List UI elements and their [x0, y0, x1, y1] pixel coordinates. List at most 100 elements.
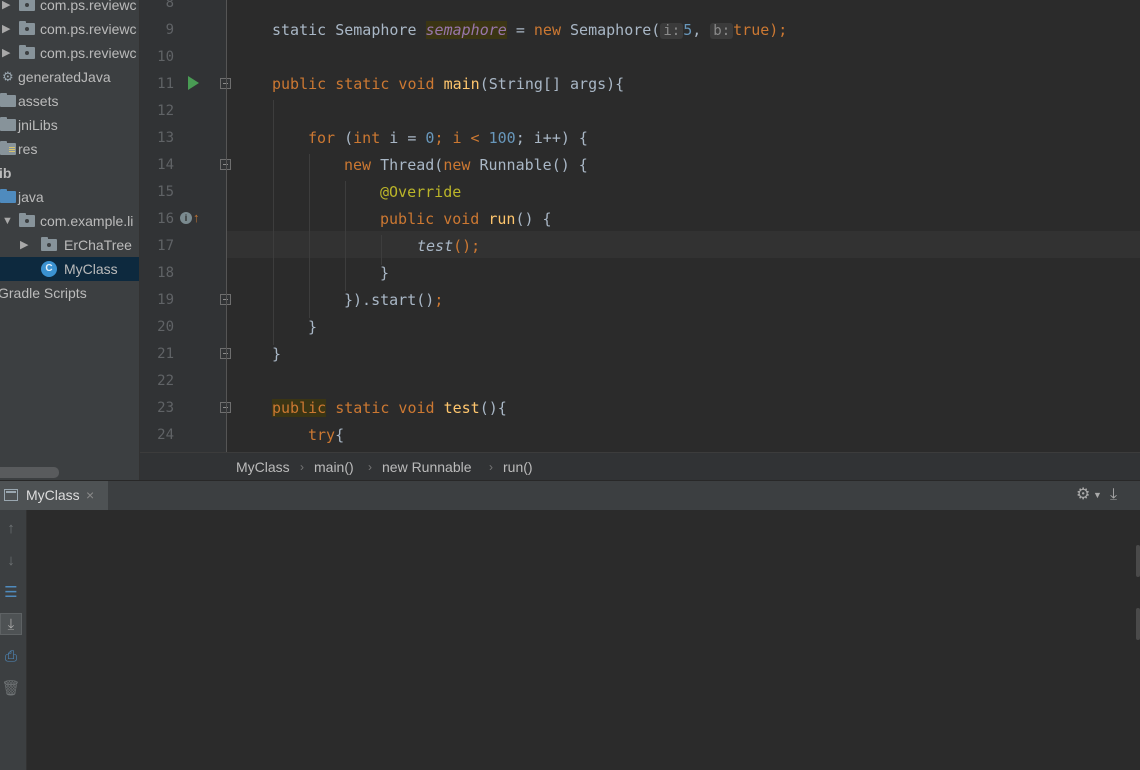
code-token: (); [453, 237, 481, 255]
code-token: () { [515, 210, 552, 228]
chevron-down-icon[interactable]: ▼ [1093, 485, 1102, 505]
tree-item-jnilibs[interactable]: jniLibs [0, 113, 139, 137]
run-gutter-icon[interactable] [188, 76, 199, 90]
line-number: 14 [157, 157, 174, 173]
keyword-token: static void [326, 399, 444, 417]
tree-item-lib-module[interactable]: ib [0, 161, 139, 185]
line-number: 22 [157, 373, 174, 389]
parameter-hint: i: [660, 23, 684, 39]
generated-folder-icon: ⚙ [2, 69, 14, 84]
code-line-11[interactable]: public static void main(String[] args){ [272, 71, 624, 98]
soft-wrap-icon[interactable]: ☰ [0, 582, 22, 604]
number-token: 100 [488, 129, 516, 147]
package-icon [19, 213, 35, 227]
code-token: Thread( [371, 156, 444, 174]
code-editor[interactable]: 8 9 10 11 12 13 14 15 16 17 18 19 20 21 … [140, 0, 1140, 452]
code-token: ); [769, 21, 788, 39]
project-tree[interactable]: ▶ com.ps.reviewc ▶ com.ps.reviewc ▶ com.… [0, 0, 140, 480]
breadcrumb-item[interactable]: new Runnable [382, 453, 472, 481]
indent-guide [309, 154, 310, 318]
line-number: 23 [157, 400, 174, 416]
breadcrumb-separator-icon: › [489, 460, 493, 474]
tree-horizontal-scrollbar[interactable] [0, 467, 59, 478]
package-icon [41, 237, 57, 251]
tree-item-gradle-scripts[interactable]: Gradle Scripts [0, 281, 139, 305]
line-number: 16 [157, 211, 174, 227]
keyword-token: public static void [272, 75, 444, 93]
keyword-token: int [353, 129, 381, 147]
folder-icon [0, 117, 16, 131]
package-icon [19, 21, 35, 35]
run-tab-myclass[interactable]: MyClass × [0, 481, 108, 510]
tree-item-assets[interactable]: assets [0, 89, 139, 113]
code-line-14[interactable]: new Thread(new Runnable() { [344, 152, 588, 179]
override-arrow-icon[interactable]: ↑ [193, 211, 207, 225]
tree-item-package[interactable]: ▶ com.ps.reviewc [0, 17, 139, 41]
scroll-to-end-icon[interactable]: ⤓ [0, 613, 22, 635]
breadcrumb-item[interactable]: run() [503, 453, 533, 481]
code-token: , [692, 21, 711, 39]
chevron-right-icon[interactable]: ▶ [2, 0, 10, 17]
code-line-18[interactable]: } [380, 260, 389, 287]
arrow-down-icon[interactable]: ↓ [0, 550, 22, 572]
code-line-21[interactable]: } [272, 341, 281, 368]
line-number: 9 [165, 22, 174, 38]
breadcrumb: MyClass › main() › new Runnable › run() [140, 452, 1140, 481]
line-number: 20 [157, 319, 174, 335]
code-line-15[interactable]: @Override [380, 179, 461, 206]
run-console-icon [4, 489, 18, 501]
code-token: ; i++) { [515, 129, 588, 147]
editor-gutter[interactable]: 8 9 10 11 12 13 14 15 16 17 18 19 20 21 … [140, 0, 231, 452]
code-line-24[interactable]: try{ [308, 422, 344, 449]
hide-panel-icon[interactable]: ⤓ [1110, 485, 1117, 505]
chevron-right-icon[interactable]: ▶ [2, 17, 10, 41]
breadcrumb-item[interactable]: main() [314, 453, 354, 481]
console-scrollbar[interactable] [1136, 545, 1140, 577]
breadcrumb-separator-icon: › [368, 460, 372, 474]
tree-item-package-example[interactable]: ▼ com.example.li [0, 209, 139, 233]
tree-item-package[interactable]: ▶ com.ps.reviewc [0, 41, 139, 65]
tree-item-myclass[interactable]: C MyClass [0, 257, 139, 281]
code-line-13[interactable]: for (int i = 0; i < 100; i++) { [308, 125, 588, 152]
tree-item-java[interactable]: java [0, 185, 139, 209]
tree-item-erchatree[interactable]: ▶ ErChaTree [0, 233, 139, 257]
line-number: 21 [157, 346, 174, 362]
arrow-up-icon[interactable]: ↑ [0, 518, 22, 540]
keyword-token: public [272, 399, 327, 417]
line-number: 18 [157, 265, 174, 281]
run-panel-header: MyClass × ⚙ ▼ ⤓ [0, 480, 1140, 511]
code-line-20[interactable]: } [308, 314, 317, 341]
close-icon[interactable]: × [86, 481, 94, 510]
code-token: Runnable() { [470, 156, 588, 174]
chevron-right-icon[interactable]: ▶ [2, 41, 10, 65]
info-icon[interactable]: i [180, 212, 192, 224]
parameter-hint: b: [710, 23, 734, 39]
code-line-16[interactable]: public void run() { [380, 206, 552, 233]
current-line-highlight [227, 231, 1140, 258]
gutter-divider [226, 0, 227, 452]
line-number: 11 [157, 76, 174, 92]
indent-guide [345, 181, 346, 291]
code-line-23[interactable]: public static void test(){ [272, 395, 507, 422]
tree-item-res[interactable]: res [0, 137, 139, 161]
breadcrumb-item[interactable]: MyClass [236, 453, 290, 481]
chevron-right-icon[interactable]: ▶ [20, 233, 28, 257]
line-number: 8 [165, 0, 174, 11]
tree-item-generated-java[interactable]: ⚙ generatedJava [0, 65, 139, 89]
console-output[interactable] [27, 510, 1140, 770]
gear-icon[interactable]: ⚙ [1076, 485, 1090, 505]
code-line-19[interactable]: }).start(); [344, 287, 443, 314]
tree-item-package[interactable]: ▶ com.ps.reviewc [0, 0, 139, 17]
run-toolbar: ↑ ↓ ☰ ⤓ ⎙ 🗑 [0, 510, 27, 770]
keyword-token: for [308, 129, 336, 147]
code-token: (String[] args){ [479, 75, 625, 93]
function-token: main [443, 75, 480, 93]
line-number: 13 [157, 130, 174, 146]
console-scrollbar[interactable] [1136, 608, 1140, 640]
code-line-9[interactable]: static Semaphore semaphore = new Semapho… [272, 17, 787, 44]
line-number: 15 [157, 184, 174, 200]
code-line-17[interactable]: test(); [417, 233, 480, 260]
trash-icon[interactable]: 🗑 [0, 678, 22, 700]
print-icon[interactable]: ⎙ [0, 646, 22, 668]
chevron-down-icon[interactable]: ▼ [2, 209, 13, 233]
